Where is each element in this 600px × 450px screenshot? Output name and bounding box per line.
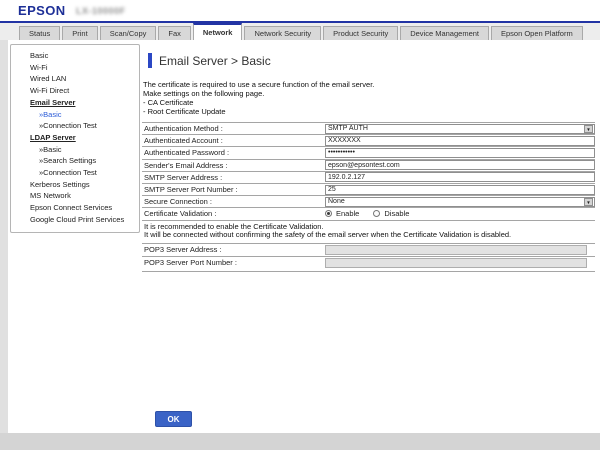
pop3-server-port-input: [325, 258, 587, 268]
authenticated-password-input[interactable]: [325, 148, 595, 158]
field-label: Authentication Method :: [142, 124, 325, 133]
sidebar-item-google-cloud-print-services[interactable]: Google Cloud Print Services: [11, 214, 139, 226]
field-label: SMTP Server Address :: [142, 173, 325, 182]
sidebar-item-ldap-connection-test[interactable]: »Connection Test: [11, 167, 139, 179]
field-label: POP3 Server Address :: [142, 245, 325, 254]
ok-button[interactable]: OK: [155, 411, 192, 427]
sidebar-item-ms-network[interactable]: MS Network: [11, 190, 139, 202]
disable-radio-label: Disable: [384, 209, 409, 218]
form-row-smtp-port: SMTP Server Port Number :: [142, 183, 595, 195]
intro-line: Make settings on the following page.: [143, 89, 595, 98]
sender-email-input[interactable]: [325, 160, 595, 170]
tab-epson-open-platform[interactable]: Epson Open Platform: [491, 26, 583, 40]
form-row-authentication-method: Authentication Method : SMTP AUTH ▼: [142, 122, 595, 134]
auth-method-selected-value: SMTP AUTH: [328, 125, 368, 132]
left-gutter: [0, 40, 8, 450]
tab-network[interactable]: Network: [193, 23, 243, 40]
printer-model-blurred: LX-10000F: [76, 6, 126, 16]
form-row-pop3-address: POP3 Server Address :: [142, 243, 595, 255]
sidebar-section-ldap-server[interactable]: LDAP Server: [11, 132, 139, 144]
authenticated-account-input[interactable]: [325, 136, 595, 146]
pop3-server-address-input: [325, 245, 587, 255]
sidebar-item-wifi-direct[interactable]: Wi-Fi Direct: [11, 85, 139, 97]
field-label: Authenticated Account :: [142, 136, 325, 145]
form-row-pop3-port: POP3 Server Port Number :: [142, 256, 595, 272]
sidebar-item-wifi[interactable]: Wi-Fi: [11, 62, 139, 74]
field-label: Certificate Validation :: [142, 209, 325, 218]
cert-validation-enable-radio[interactable]: [325, 210, 332, 217]
sidebar-item-wired-lan[interactable]: Wired LAN: [11, 73, 139, 85]
secure-connection-selected-value: None: [328, 198, 345, 205]
field-label: SMTP Server Port Number :: [142, 185, 325, 194]
field-label: Authenticated Password :: [142, 148, 325, 157]
sidebar-item-basic[interactable]: Basic: [11, 50, 139, 62]
sidebar-nav: Basic Wi-Fi Wired LAN Wi-Fi Direct Email…: [10, 44, 140, 233]
tab-scan-copy[interactable]: Scan/Copy: [100, 26, 157, 40]
field-label: POP3 Server Port Number :: [142, 258, 325, 267]
tab-bar: Status Print Scan/Copy Fax Network Netwo…: [0, 23, 600, 40]
sidebar-item-email-basic[interactable]: »Basic: [11, 109, 139, 121]
field-label: Secure Connection :: [142, 197, 325, 206]
tab-print[interactable]: Print: [62, 26, 97, 40]
secure-connection-select[interactable]: None ▼: [325, 197, 595, 207]
tab-product-security[interactable]: Product Security: [323, 26, 398, 40]
intro-line: - CA Certificate: [143, 98, 595, 107]
dropdown-arrow-icon[interactable]: ▼: [584, 125, 593, 133]
smtp-server-address-input[interactable]: [325, 172, 595, 182]
tab-status[interactable]: Status: [19, 26, 60, 40]
main-content: Email Server > Basic The certificate is …: [142, 50, 595, 272]
smtp-server-port-input[interactable]: [325, 185, 595, 195]
enable-radio-label: Enable: [336, 209, 359, 218]
app-header: EPSON LX-10000F: [0, 0, 600, 21]
intro-line: - Root Certificate Update: [143, 107, 595, 116]
epson-web-config-window: EPSON LX-10000F Status Print Scan/Copy F…: [0, 0, 600, 450]
bottom-gutter: [0, 433, 600, 450]
note-line: It will be connected without confirming …: [144, 231, 595, 239]
sidebar-item-ldap-search-settings[interactable]: »Search Settings: [11, 155, 139, 167]
form-row-smtp-address: SMTP Server Address :: [142, 171, 595, 183]
sidebar-item-epson-connect-services[interactable]: Epson Connect Services: [11, 202, 139, 214]
auth-method-select[interactable]: SMTP AUTH ▼: [325, 124, 595, 134]
form-row-secure-connection: Secure Connection : None ▼: [142, 195, 595, 207]
page-title: Email Server > Basic: [159, 54, 271, 68]
epson-logo: EPSON: [18, 3, 66, 18]
cert-validation-radio-group: Enable Disable: [325, 209, 423, 218]
form-row-certificate-validation: Certificate Validation : Enable Disable: [142, 207, 595, 219]
cert-validation-disable-radio[interactable]: [373, 210, 380, 217]
page-title-row: Email Server > Basic: [148, 53, 595, 68]
sidebar-item-email-connection-test[interactable]: »Connection Test: [11, 120, 139, 132]
email-server-form: Authentication Method : SMTP AUTH ▼ Auth…: [142, 122, 595, 272]
sidebar-item-ldap-basic[interactable]: »Basic: [11, 144, 139, 156]
intro-text: The certificate is required to use a sec…: [143, 80, 595, 116]
tab-fax[interactable]: Fax: [158, 26, 191, 40]
field-label: Sender's Email Address :: [142, 161, 325, 170]
intro-line: The certificate is required to use a sec…: [143, 80, 595, 89]
certificate-validation-note: It is recommended to enable the Certific…: [142, 220, 595, 244]
title-accent-bar: [148, 53, 152, 68]
dropdown-arrow-icon[interactable]: ▼: [584, 198, 593, 206]
form-row-sender-email: Sender's Email Address :: [142, 159, 595, 171]
sidebar-section-email-server[interactable]: Email Server: [11, 97, 139, 109]
sidebar-item-kerberos-settings[interactable]: Kerberos Settings: [11, 179, 139, 191]
tab-device-management[interactable]: Device Management: [400, 26, 489, 40]
tab-network-security[interactable]: Network Security: [244, 26, 321, 40]
form-row-authenticated-password: Authenticated Password :: [142, 146, 595, 158]
form-row-authenticated-account: Authenticated Account :: [142, 134, 595, 146]
